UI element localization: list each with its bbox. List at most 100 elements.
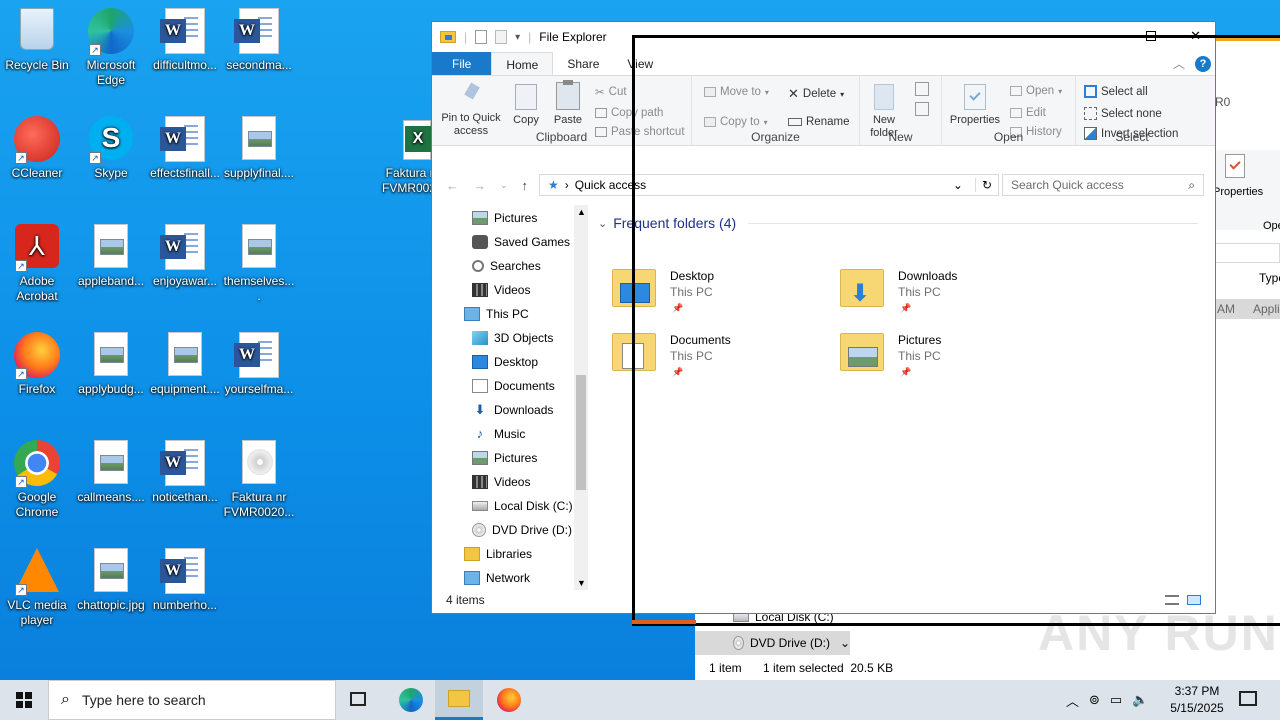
taskbar-edge-button[interactable] <box>387 680 435 720</box>
new-item-button[interactable] <box>910 82 934 116</box>
nav-item[interactable]: DVD Drive (D:) <box>472 523 572 537</box>
nav-scrollbar[interactable]: ▲ ▼ <box>574 205 588 590</box>
copy-path-button[interactable]: Copy path <box>595 107 663 119</box>
properties-button[interactable]: Properties <box>946 84 1004 127</box>
desktop-icon[interactable]: Wnoticethan... <box>148 440 222 505</box>
scroll-down-icon[interactable]: ▼ <box>577 578 586 588</box>
move-to-button[interactable]: Move to ▾ <box>704 86 769 98</box>
tab-file[interactable]: File <box>432 52 492 75</box>
desktop-icon[interactable]: ↗ CCleaner <box>0 116 74 181</box>
address-dropdown-icon[interactable]: ⌄ <box>953 178 963 192</box>
nav-item[interactable]: Saved Games <box>472 235 570 249</box>
breadcrumb[interactable]: Quick access <box>575 178 646 192</box>
desktop-icon[interactable]: equipment.... <box>148 332 222 397</box>
desktop-icon[interactable]: Wyourselfma... <box>222 332 296 397</box>
folder-tile[interactable]: Documents This PC 📌 <box>612 329 822 385</box>
desktop-icon[interactable]: ↗ Firefox <box>0 332 74 397</box>
nav-item[interactable]: Local Disk (C:) <box>472 499 573 513</box>
up-arrow-icon[interactable]: ↑ <box>522 178 529 193</box>
scrollbar-thumb[interactable] <box>576 375 586 490</box>
address-bar[interactable]: ★ › Quick access ⌄ ↻ <box>539 174 999 196</box>
desktop-icon[interactable]: ↗ VLC media player <box>0 548 74 628</box>
nav-item[interactable]: Pictures <box>472 211 537 225</box>
search-input[interactable]: Search Quick access ⌕ <box>1002 174 1204 196</box>
nav-item[interactable]: Pictures <box>472 451 537 465</box>
taskbar-firefox-button[interactable] <box>485 680 533 720</box>
desktop-icon[interactable]: Faktura nr FVMR0020... <box>222 440 296 520</box>
scroll-up-icon[interactable]: ▲ <box>577 207 586 217</box>
clock[interactable]: 3:37 PM 5/15/2025 <box>1160 683 1234 717</box>
nav-item[interactable]: 3D Objects <box>472 331 553 345</box>
nav-item[interactable]: Desktop <box>472 355 538 369</box>
large-icons-view-icon[interactable] <box>1187 595 1201 605</box>
desktop-icon[interactable]: themselves.... <box>222 224 296 304</box>
nav-item[interactable]: This PC <box>464 307 529 321</box>
meet-now-icon[interactable]: ⊚ <box>1089 692 1100 708</box>
task-view-button[interactable] <box>348 690 370 710</box>
taskbar-file-explorer-button[interactable] <box>435 680 483 720</box>
desktop-icon[interactable]: callmeans.... <box>74 440 148 505</box>
desktop-icon[interactable]: Recycle Bin <box>0 8 74 73</box>
edit-button[interactable]: Edit <box>1010 107 1046 119</box>
taskbar-search-box[interactable]: ⌕ Type here to search <box>48 680 336 720</box>
frequent-folders-header[interactable]: ⌄ Frequent folders (4) <box>598 215 1199 231</box>
tab-share[interactable]: Share <box>553 52 613 75</box>
close-button[interactable]: ✕ <box>1190 28 1201 44</box>
refresh-icon[interactable]: ↻ <box>974 178 998 192</box>
folder-tile[interactable]: Desktop This PC 📌 <box>612 265 822 321</box>
show-hidden-icons-icon[interactable]: ︿ <box>1066 691 1079 710</box>
volume-icon[interactable]: 🔈 <box>1132 692 1148 708</box>
back-arrow-icon[interactable]: ← <box>446 178 459 193</box>
file-explorer-window[interactable]: | ▾ | File Explorer — ✕ File Home Share … <box>431 21 1216 614</box>
bg-nav-dvd-drive[interactable]: DVD Drive (D:) ⌄ <box>695 631 850 655</box>
desktop-icon[interactable]: ⅄ ↗ Adobe Acrobat <box>0 224 74 304</box>
forward-arrow-icon[interactable]: → <box>473 178 486 193</box>
chevron-down-icon[interactable]: ⌄ <box>840 636 850 650</box>
desktop-icon[interactable]: chattopic.jpg <box>74 548 148 613</box>
nav-item[interactable]: Videos <box>472 283 530 297</box>
nav-item[interactable]: Videos <box>472 475 530 489</box>
navigation-pane[interactable]: Pictures Saved Games Searches Videos This PC… <box>432 205 588 595</box>
rename-button[interactable]: Rename <box>788 116 849 128</box>
desktop-icon[interactable]: Wdifficultmo... <box>148 8 222 73</box>
nav-item[interactable]: Documents <box>472 379 555 393</box>
tab-view[interactable]: View <box>613 52 667 75</box>
nav-item[interactable]: ⬇ Downloads <box>472 403 554 418</box>
delete-button[interactable]: ✕ Delete ▾ <box>788 86 844 102</box>
desktop-icon[interactable]: applybudg... <box>74 332 148 397</box>
details-view-icon[interactable] <box>1165 595 1179 605</box>
desktop-icon[interactable]: ↗ Microsoft Edge <box>74 8 148 88</box>
desktop-icon[interactable]: supplyfinal.... <box>222 116 296 181</box>
title-bar[interactable]: | ▾ | File Explorer — ✕ <box>432 22 1215 52</box>
nav-item[interactable]: ♪ Music <box>472 427 526 442</box>
customize-qat-icon[interactable]: ▾ <box>515 32 520 43</box>
desktop-icon[interactable]: Wenjoyawar... <box>148 224 222 289</box>
nav-item[interactable]: Libraries <box>464 547 532 561</box>
select-all-button[interactable]: Select all <box>1084 85 1148 98</box>
content-pane[interactable]: ⌄ Frequent folders (4) Desktop This PC 📌 ⬇ D… <box>592 205 1212 590</box>
network-icon[interactable]: ▭ <box>1110 692 1122 708</box>
bg-selected-row[interactable]: AM Appli <box>1215 299 1280 319</box>
maximize-button[interactable] <box>1146 31 1157 41</box>
desktop-icon[interactable]: Weffectsfinall... <box>148 116 222 181</box>
desktop-icon[interactable]: S ↗ Skype <box>74 116 148 181</box>
desktop-icon[interactable]: Wnumberho... <box>148 548 222 613</box>
nav-item[interactable]: Network <box>464 571 530 585</box>
nav-item[interactable]: Searches <box>472 259 541 273</box>
copy-to-button[interactable]: Copy to ▾ <box>704 116 768 128</box>
tab-home[interactable]: Home <box>491 52 554 75</box>
copy-button[interactable]: Copy <box>508 84 544 127</box>
minimize-button[interactable]: — <box>1099 28 1112 44</box>
select-none-button[interactable]: Select none <box>1084 107 1162 120</box>
desktop-icon[interactable]: Wsecondma... <box>222 8 296 73</box>
properties-icon[interactable] <box>475 30 488 44</box>
desktop-icon[interactable]: appleband... <box>74 224 148 289</box>
help-icon[interactable]: ? <box>1195 55 1211 72</box>
open-button[interactable]: Open ▾ <box>1010 85 1062 97</box>
folder-tile[interactable]: ⬇ Downloads This PC 📌 <box>840 265 1050 321</box>
bg-address-bar[interactable] <box>1215 243 1280 263</box>
paste-button[interactable]: Paste <box>548 80 588 127</box>
folder-tile[interactable]: Pictures This PC 📌 <box>840 329 1050 385</box>
new-folder-icon[interactable] <box>495 30 508 44</box>
collapse-ribbon-icon[interactable]: ︿ <box>1173 55 1185 72</box>
